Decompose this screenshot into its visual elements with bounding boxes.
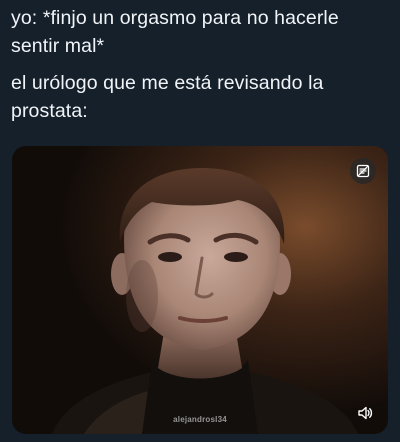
- video-frame: [12, 146, 388, 434]
- tweet-text-line-2: el urólogo que me está revisando la pros…: [11, 72, 324, 122]
- tweet-text-line-1: yo: *finjo un orgasmo para no hacerle se…: [11, 7, 339, 57]
- gif-toggle-icon[interactable]: [350, 158, 376, 184]
- video-watermark: alejandrosl34: [173, 415, 227, 424]
- video-player[interactable]: alejandrosl34: [12, 146, 388, 434]
- volume-icon[interactable]: [355, 403, 375, 423]
